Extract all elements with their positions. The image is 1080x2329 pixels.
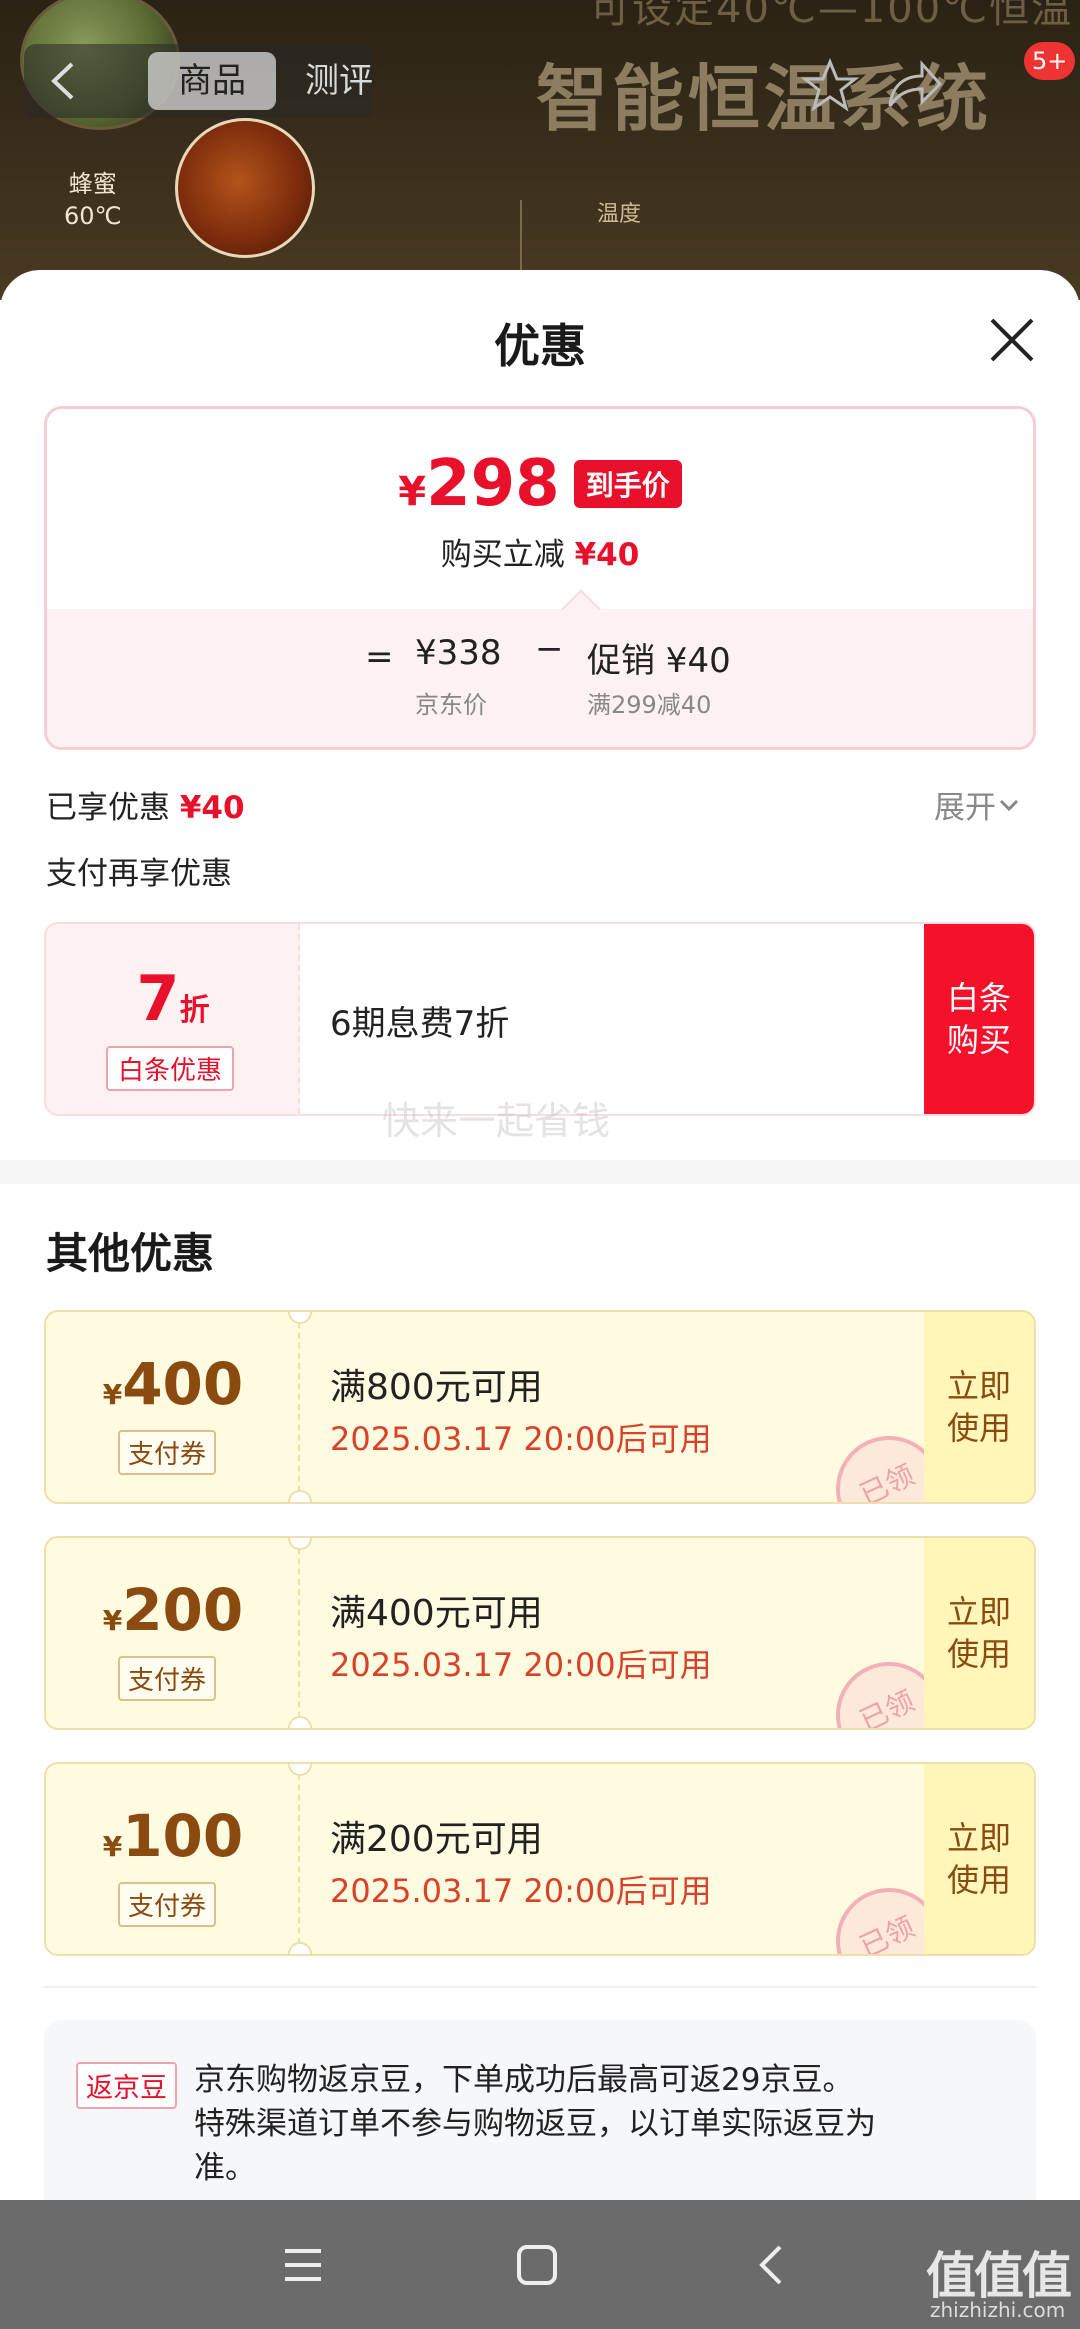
minus-sign: − [535,629,564,669]
jd-price-label: 京东价 [415,691,487,719]
sheet-title: 优惠 [494,319,586,373]
final-price-tag: 到手价 [573,460,682,508]
chevron-left-icon [759,2245,782,2285]
tab-review[interactable]: 测评 [284,52,394,110]
coupon-card: ¥200 支付券 满400元可用 2025.03.17 20:00后可用 已领 … [44,1536,1036,1730]
baitiao-tag: 白条优惠 [106,1046,235,1091]
watermark-text: 快来一起省钱 [382,1099,611,1143]
use-coupon-button[interactable]: 立即 使用 [924,1764,1034,1954]
coupon-card: ¥400 支付券 满800元可用 2025.03.17 20:00后可用 已领 … [44,1310,1036,1504]
price-calculation: = ¥338 − 促销 ¥40 京东价 满299减40 [47,609,1033,747]
baitiao-description: 6期息费7折 [330,1004,510,1044]
tea-cup-image [175,118,315,258]
final-price: ¥298 [398,447,560,521]
baitiao-buy-button[interactable]: 白条 购买 [924,924,1034,1114]
use-coupon-button[interactable]: 立即 使用 [924,1538,1034,1728]
system-back-button[interactable] [736,2230,806,2300]
share-icon [888,60,943,107]
expand-button[interactable]: 展开 [934,782,1022,827]
coupon-card: ¥100 支付券 满200元可用 2025.03.17 20:00后可用 已领 … [44,1762,1036,1956]
tab-goods[interactable]: 商品 [148,52,276,110]
site-watermark-url: zhizhizhi.com [930,2298,1066,2322]
divider-line [44,1986,1036,1988]
price-breakdown-card: ¥298 到手价 购买立减 ¥40 = ¥338 − 促销 ¥40 京东价 满2… [44,406,1036,750]
jingdou-text: 京东购物返京豆，下单成功后最高可返29京豆。 特殊渠道订单不参与购物返豆，以订单… [194,2062,876,2186]
coupon-time: 2025.03.17 20:00后可用 [330,1646,712,1684]
home-square-icon [517,2245,557,2285]
banner-tagline: 可设定40℃—100℃恒温 [590,0,1074,32]
coupon-condition: 满800元可用 [330,1367,543,1408]
baitiao-discount: 7折 [136,962,210,1035]
jingdou-tag: 返京豆 [76,2062,177,2109]
share-button[interactable] [882,56,944,116]
promo-rule: 满299减40 [587,691,712,719]
home-button[interactable] [502,2230,572,2300]
coupon-condition: 满200元可用 [330,1819,543,1860]
chevron-left-icon [51,62,74,100]
coupon-time: 2025.03.17 20:00后可用 [330,1872,712,1910]
pay-more-title: 支付再享优惠 [46,856,232,892]
close-button[interactable] [986,314,1038,366]
coupon-time: 2025.03.17 20:00后可用 [330,1420,712,1458]
other-offers-title: 其他优惠 [46,1229,215,1278]
coupon-type: 支付券 [118,1430,217,1475]
message-badge: 5+ [1024,42,1076,80]
chevron-down-icon [999,799,1019,811]
system-nav-bar [0,2200,1080,2329]
instant-cut: 购买立减 ¥40 [440,537,640,573]
jingdou-info: 返京豆 京东购物返京豆，下单成功后最高可返29京豆。 特殊渠道订单不参与购物返豆… [44,2020,1036,2220]
temperature-label: 温度 [597,202,642,227]
coupon-type: 支付券 [118,1882,217,1927]
product-banner: 蜂蜜 60℃ 温度 可设定40℃—100℃恒温 智能恒温系统 商品 测评 5+ [0,0,1080,300]
equals-sign: = [365,637,394,677]
section-divider [0,1160,1080,1184]
coupon-condition: 满400元可用 [330,1593,543,1634]
coupon-amount: ¥200 [102,1576,244,1644]
close-icon [990,318,1034,362]
discount-sheet: 优惠 ¥298 到手价 购买立减 ¥40 = ¥338 − 促销 ¥40 京东价… [0,270,1080,2220]
favorite-button[interactable] [800,56,860,116]
top-tab-bar: 商品 测评 [24,44,374,118]
menu-icon [285,2249,321,2281]
coupon-amount: ¥100 [102,1802,244,1870]
promo-amount: 促销 ¥40 [587,641,731,681]
baitiao-offer: 7折 白条优惠 6期息费7折 白条 购买 [44,922,1036,1116]
back-button[interactable] [34,52,92,110]
use-coupon-button[interactable]: 立即 使用 [924,1312,1034,1502]
coupon-type: 支付券 [118,1656,217,1701]
recent-apps-button[interactable] [268,2230,338,2300]
enjoyed-discount: 已享优惠 ¥40 [46,790,245,826]
star-icon [800,58,860,112]
coupon-amount: ¥400 [102,1350,244,1418]
honey-temp-label: 蜂蜜 60℃ [64,170,122,230]
jd-price: ¥338 [415,633,502,673]
